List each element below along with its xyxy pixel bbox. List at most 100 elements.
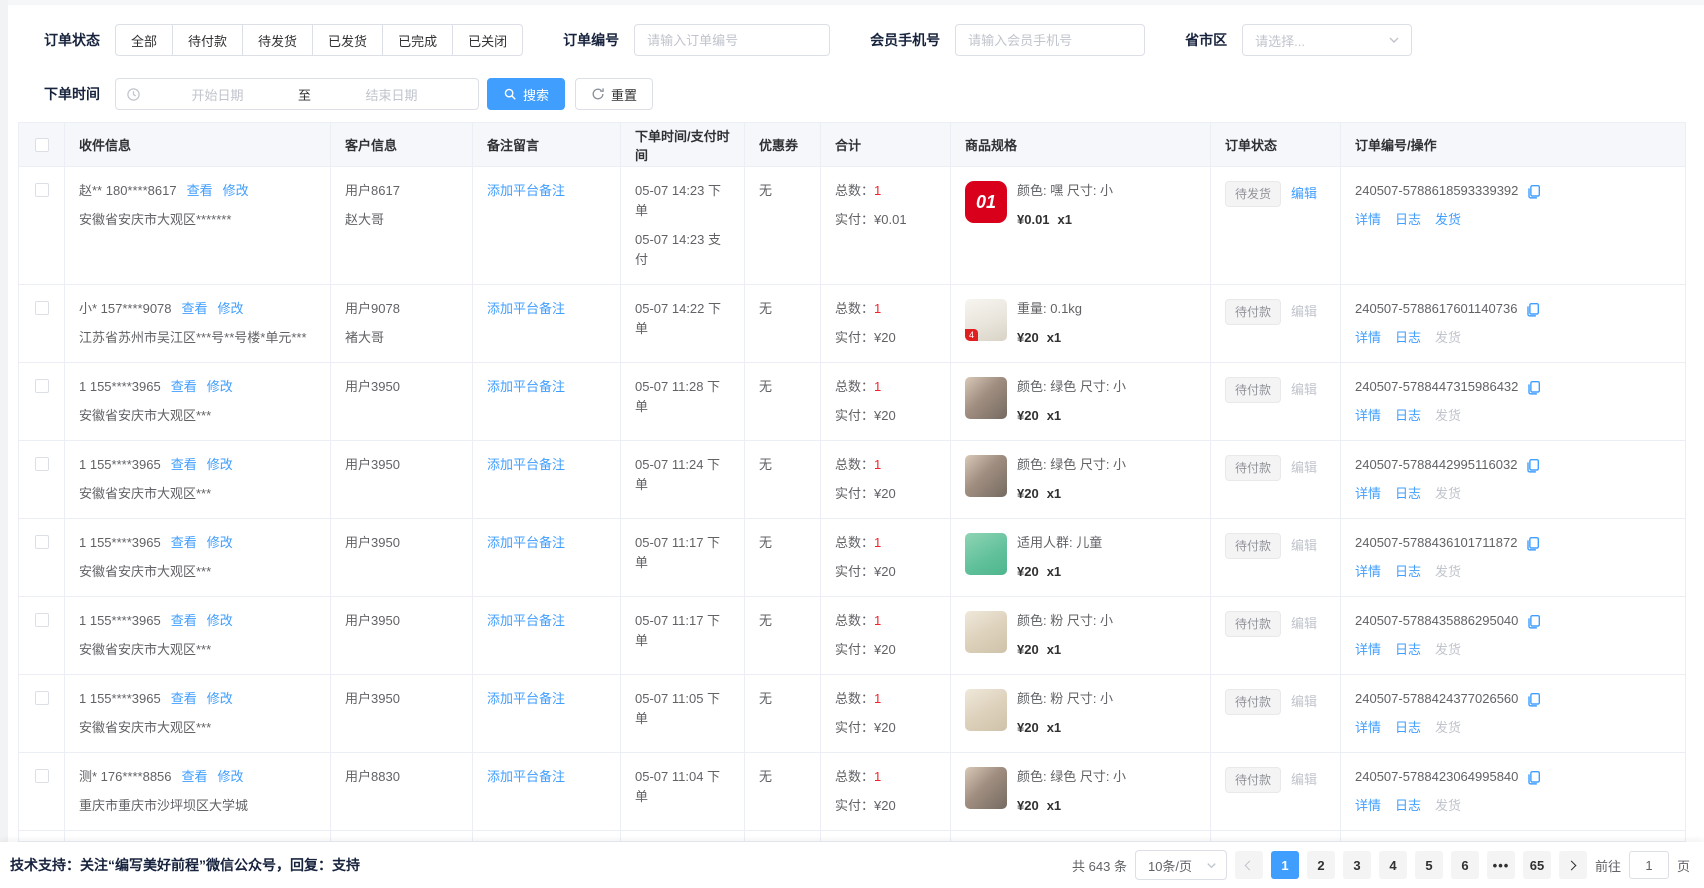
- detail-link[interactable]: 详情: [1355, 484, 1381, 504]
- modify-link[interactable]: 修改: [207, 535, 233, 550]
- ship-link[interactable]: 发货: [1435, 796, 1461, 816]
- modify-link[interactable]: 修改: [218, 301, 244, 316]
- reset-button[interactable]: 重置: [575, 78, 653, 110]
- goto-page-input[interactable]: [1629, 851, 1669, 879]
- edit-link[interactable]: 编辑: [1291, 181, 1317, 207]
- add-remark-link[interactable]: 添加平台备注: [487, 457, 565, 472]
- order-number-input[interactable]: [634, 24, 830, 56]
- copy-icon[interactable]: [1526, 380, 1541, 395]
- prev-page-button[interactable]: [1235, 851, 1263, 879]
- copy-icon[interactable]: [1525, 458, 1540, 473]
- ship-link[interactable]: 发货: [1435, 406, 1461, 426]
- log-link[interactable]: 日志: [1395, 328, 1421, 348]
- status-tab-completed[interactable]: 已完成: [382, 24, 453, 56]
- status-tab-pending-shipment[interactable]: 待发货: [242, 24, 313, 56]
- detail-link[interactable]: 详情: [1355, 796, 1381, 816]
- customer-id: 用户3950: [345, 611, 458, 631]
- detail-link[interactable]: 详情: [1355, 640, 1381, 660]
- date-range-picker[interactable]: 开始日期 至 结束日期: [115, 78, 479, 110]
- view-link[interactable]: 查看: [187, 183, 213, 198]
- detail-link[interactable]: 详情: [1355, 406, 1381, 426]
- row-checkbox[interactable]: [35, 183, 49, 197]
- ship-link[interactable]: 发货: [1435, 640, 1461, 660]
- edit-link[interactable]: 编辑: [1291, 377, 1317, 403]
- detail-link[interactable]: 详情: [1355, 562, 1381, 582]
- ship-link[interactable]: 发货: [1435, 484, 1461, 504]
- edit-link[interactable]: 编辑: [1291, 299, 1317, 325]
- search-button[interactable]: 搜索: [487, 78, 565, 110]
- row-checkbox[interactable]: [35, 457, 49, 471]
- log-link[interactable]: 日志: [1395, 210, 1421, 230]
- view-link[interactable]: 查看: [171, 613, 197, 628]
- region-select[interactable]: 请选择...: [1242, 24, 1412, 56]
- add-remark-link[interactable]: 添加平台备注: [487, 379, 565, 394]
- page-button-2[interactable]: 2: [1307, 851, 1335, 879]
- page-button-5[interactable]: 5: [1415, 851, 1443, 879]
- row-checkbox[interactable]: [35, 691, 49, 705]
- add-remark-link[interactable]: 添加平台备注: [487, 691, 565, 706]
- copy-icon[interactable]: [1525, 302, 1540, 317]
- more-pages-button[interactable]: •••: [1487, 851, 1515, 879]
- view-link[interactable]: 查看: [182, 769, 208, 784]
- edit-link[interactable]: 编辑: [1291, 689, 1317, 715]
- member-phone-input[interactable]: [955, 24, 1145, 56]
- edit-link[interactable]: 编辑: [1291, 455, 1317, 481]
- copy-icon[interactable]: [1526, 692, 1541, 707]
- add-remark-link[interactable]: 添加平台备注: [487, 613, 565, 628]
- view-link[interactable]: 查看: [171, 457, 197, 472]
- status-tab-pending-payment[interactable]: 待付款: [172, 24, 243, 56]
- copy-icon[interactable]: [1526, 614, 1541, 629]
- row-checkbox[interactable]: [35, 535, 49, 549]
- add-remark-link[interactable]: 添加平台备注: [487, 183, 565, 198]
- ship-link[interactable]: 发货: [1435, 562, 1461, 582]
- status-tab-all[interactable]: 全部: [115, 24, 173, 56]
- product-price: ¥20: [1017, 720, 1039, 735]
- modify-link[interactable]: 修改: [218, 769, 244, 784]
- log-link[interactable]: 日志: [1395, 484, 1421, 504]
- add-remark-link[interactable]: 添加平台备注: [487, 769, 565, 784]
- view-link[interactable]: 查看: [171, 691, 197, 706]
- page-button-6[interactable]: 6: [1451, 851, 1479, 879]
- view-link[interactable]: 查看: [182, 301, 208, 316]
- select-all-checkbox[interactable]: [35, 138, 49, 152]
- add-remark-link[interactable]: 添加平台备注: [487, 535, 565, 550]
- edit-link[interactable]: 编辑: [1291, 611, 1317, 637]
- status-tab-shipped[interactable]: 已发货: [312, 24, 383, 56]
- modify-link[interactable]: 修改: [207, 613, 233, 628]
- edit-link[interactable]: 编辑: [1291, 767, 1317, 793]
- log-link[interactable]: 日志: [1395, 406, 1421, 426]
- log-link[interactable]: 日志: [1395, 562, 1421, 582]
- view-link[interactable]: 查看: [171, 379, 197, 394]
- page-button-1[interactable]: 1: [1271, 851, 1299, 879]
- view-link[interactable]: 查看: [171, 535, 197, 550]
- ship-link[interactable]: 发货: [1435, 328, 1461, 348]
- ship-link[interactable]: 发货: [1435, 210, 1461, 230]
- row-checkbox[interactable]: [35, 769, 49, 783]
- next-page-button[interactable]: [1559, 851, 1587, 879]
- log-link[interactable]: 日志: [1395, 718, 1421, 738]
- copy-icon[interactable]: [1526, 770, 1541, 785]
- page-button-4[interactable]: 4: [1379, 851, 1407, 879]
- detail-link[interactable]: 详情: [1355, 328, 1381, 348]
- detail-link[interactable]: 详情: [1355, 210, 1381, 230]
- detail-link[interactable]: 详情: [1355, 718, 1381, 738]
- page-size-select[interactable]: 10条/页: [1135, 850, 1227, 880]
- row-checkbox[interactable]: [35, 613, 49, 627]
- modify-link[interactable]: 修改: [207, 691, 233, 706]
- header-total: 合计: [821, 123, 951, 166]
- status-tab-closed[interactable]: 已关闭: [452, 24, 523, 56]
- page-button-3[interactable]: 3: [1343, 851, 1371, 879]
- log-link[interactable]: 日志: [1395, 796, 1421, 816]
- log-link[interactable]: 日志: [1395, 640, 1421, 660]
- page-button-last[interactable]: 65: [1523, 851, 1551, 879]
- add-remark-link[interactable]: 添加平台备注: [487, 301, 565, 316]
- modify-link[interactable]: 修改: [223, 183, 249, 198]
- modify-link[interactable]: 修改: [207, 457, 233, 472]
- copy-icon[interactable]: [1526, 184, 1541, 199]
- modify-link[interactable]: 修改: [207, 379, 233, 394]
- row-checkbox[interactable]: [35, 379, 49, 393]
- edit-link[interactable]: 编辑: [1291, 533, 1317, 559]
- row-checkbox[interactable]: [35, 301, 49, 315]
- ship-link[interactable]: 发货: [1435, 718, 1461, 738]
- copy-icon[interactable]: [1525, 536, 1540, 551]
